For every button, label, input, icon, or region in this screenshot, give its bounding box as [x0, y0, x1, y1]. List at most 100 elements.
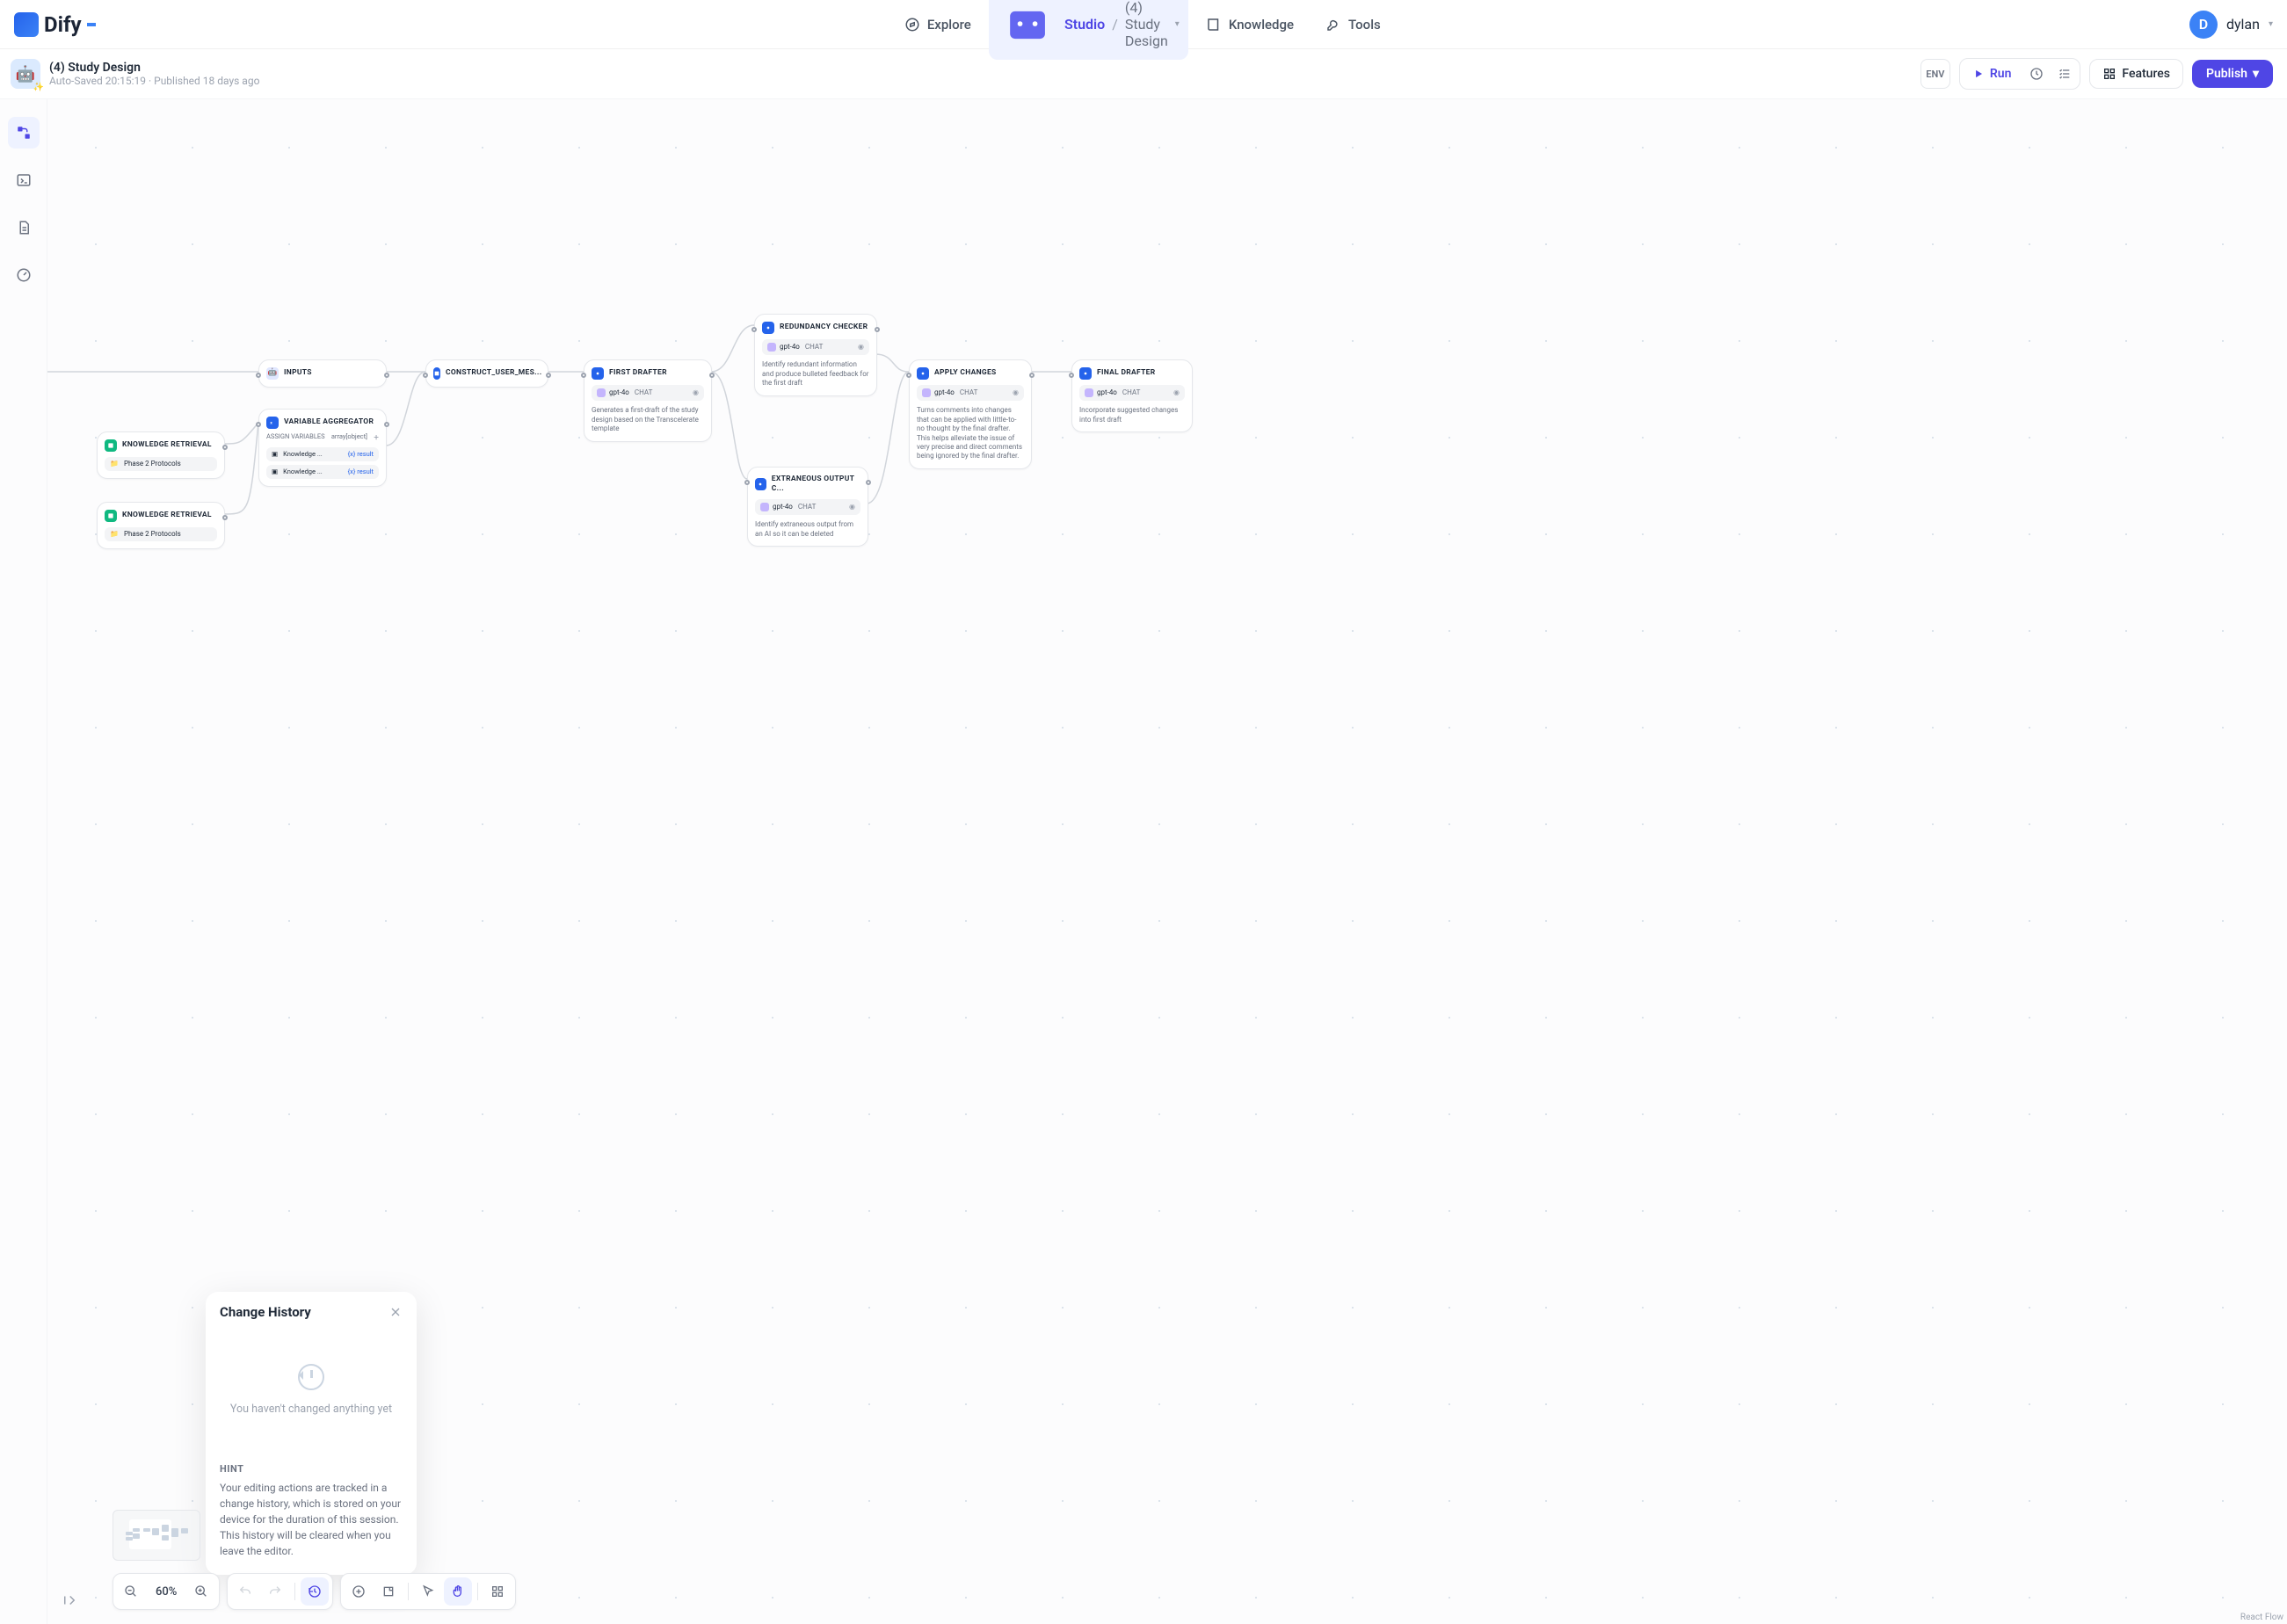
react-flow-attribution: React Flow: [2240, 1613, 2283, 1622]
redo-button[interactable]: [261, 1577, 289, 1606]
eye-icon: ◉: [849, 503, 855, 511]
history-icon: [308, 1584, 322, 1599]
logo[interactable]: Dify: [14, 12, 96, 37]
nav-tools-label: Tools: [1348, 17, 1381, 33]
model-icon: [767, 343, 776, 352]
app-icon[interactable]: 🤖: [11, 59, 40, 89]
node-va-k1: Knowledge ...: [283, 450, 323, 459]
plus-circle-icon: [352, 1584, 366, 1599]
publish-chevron-down-icon: ▾: [2253, 67, 2259, 81]
variable-icon: x: [266, 417, 279, 429]
node-cum-title: CONSTRUCT_USER_MES...: [446, 368, 541, 378]
note-icon: [381, 1584, 396, 1599]
llm-icon: [1079, 367, 1092, 380]
node-extraneous-output[interactable]: EXTRANEOUS OUTPUT C... gpt-4oCHAT◉ Ident…: [747, 467, 868, 547]
node-final-desc: Incorporate suggested changes into first…: [1079, 406, 1185, 424]
node-final-title: FINAL DRAFTER: [1097, 368, 1155, 378]
rail-debug-button[interactable]: [8, 164, 40, 196]
node-first-model: gpt-4o: [609, 388, 629, 397]
sub-actions: ENV Run Features Publish ▾: [1920, 58, 2273, 90]
node-final-drafter[interactable]: FINAL DRAFTER gpt-4oCHAT◉ Incorporate su…: [1071, 359, 1193, 432]
node-ext-desc: Identify extraneous output from an AI so…: [755, 520, 860, 539]
hand-button[interactable]: [444, 1577, 472, 1606]
node-va-type: array[object]: [331, 432, 367, 444]
zoom-in-button[interactable]: [187, 1577, 215, 1606]
node-kr1-title: KNOWLEDGE RETRIEVAL: [122, 440, 212, 450]
avatar[interactable]: D: [2189, 11, 2218, 39]
user-chevron-down-icon[interactable]: ▾: [2269, 19, 2273, 29]
grid-icon: [2102, 67, 2116, 81]
minimap[interactable]: [113, 1510, 200, 1561]
app-meta: 🤖 (4) Study Design Auto-Saved 20:15:19 ·…: [11, 59, 259, 89]
organize-button[interactable]: [483, 1577, 512, 1606]
checklist-button[interactable]: [2051, 61, 2078, 87]
nav-explore-label: Explore: [927, 17, 971, 33]
template-icon: [433, 367, 440, 380]
breadcrumb-separator: /: [1112, 16, 1118, 33]
folder-icon: 📁: [110, 460, 119, 468]
node-kr2-folder: Phase 2 Protocols: [124, 530, 181, 539]
eye-icon: ◉: [1173, 388, 1180, 397]
chevron-down-icon[interactable]: ▾: [1175, 19, 1180, 29]
pointer-icon: [421, 1584, 435, 1599]
node-inputs[interactable]: 🤖INPUTS: [258, 359, 387, 388]
zoom-level[interactable]: 60%: [147, 1585, 185, 1599]
node-kr1-folder: Phase 2 Protocols: [124, 460, 181, 468]
env-button[interactable]: ENV: [1920, 59, 1950, 89]
bottom-toolbar: 60%: [113, 1573, 516, 1610]
run-button[interactable]: Run: [1962, 62, 2022, 86]
rail-monitor-button[interactable]: [8, 259, 40, 291]
collapse-rail-button[interactable]: [62, 1592, 79, 1610]
canvas[interactable]: 🤖INPUTS KNOWLEDGE RETRIEVAL 📁 Phase 2 Pro…: [47, 99, 2287, 1624]
features-button[interactable]: Features: [2089, 59, 2183, 89]
run-label: Run: [1990, 67, 2012, 81]
node-red-tag: CHAT: [805, 343, 823, 352]
pointer-button[interactable]: [414, 1577, 442, 1606]
node-first-title: FIRST DRAFTER: [609, 368, 667, 378]
node-inputs-title: INPUTS: [284, 368, 312, 378]
eye-icon: ◉: [858, 343, 864, 352]
node-construct-user-message[interactable]: CONSTRUCT_USER_MES...: [425, 359, 548, 388]
nav-knowledge-label: Knowledge: [1229, 17, 1294, 33]
robot-icon: [998, 0, 1057, 54]
rail-workflow-button[interactable]: [8, 117, 40, 149]
schedule-button[interactable]: [2023, 61, 2050, 87]
model-icon: [922, 388, 931, 397]
document-icon: [16, 220, 32, 236]
logo-mark-icon: [14, 12, 39, 37]
note-button[interactable]: [374, 1577, 403, 1606]
add-node-button[interactable]: [345, 1577, 373, 1606]
rail-logs-button[interactable]: [8, 212, 40, 243]
close-icon[interactable]: [388, 1305, 403, 1319]
node-knowledge-retrieval-1[interactable]: KNOWLEDGE RETRIEVAL 📁 Phase 2 Protocols: [97, 431, 225, 479]
username[interactable]: dylan: [2226, 16, 2260, 33]
node-redundancy-checker[interactable]: REDUNDANCY CHECKER gpt-4oCHAT◉ Identify …: [754, 314, 877, 396]
node-variable-aggregator[interactable]: xVARIABLE AGGREGATOR ASSIGN VARIABLESarr…: [258, 409, 387, 487]
zoom-group: 60%: [113, 1573, 220, 1610]
nav-app-name[interactable]: (4) Study Design: [1125, 0, 1168, 49]
node-knowledge-retrieval-2[interactable]: KNOWLEDGE RETRIEVAL 📁Phase 2 Protocols: [97, 502, 225, 549]
undo-button[interactable]: [231, 1577, 259, 1606]
change-history-panel: Change History You haven't changed anyth…: [206, 1292, 417, 1575]
node-apply-changes[interactable]: APPLY CHANGES gpt-4oCHAT◉ Turns comments…: [909, 359, 1032, 469]
node-first-drafter[interactable]: FIRST DRAFTER gpt-4oCHAT◉ Generates a fi…: [584, 359, 712, 442]
node-ext-tag: CHAT: [798, 503, 816, 511]
node-red-title: REDUNDANCY CHECKER: [780, 323, 868, 332]
plus-icon[interactable]: +: [374, 432, 379, 444]
brand-name: Dify: [44, 12, 82, 37]
play-icon: [1972, 68, 1985, 80]
cube-icon: ▣: [272, 450, 278, 459]
nav-studio-label[interactable]: Studio: [1064, 16, 1105, 33]
history-icon: [298, 1364, 324, 1390]
list-check-icon: [2058, 67, 2072, 81]
hand-icon: [451, 1584, 465, 1599]
top-nav: Dify Explore Studio / (4) Study Design ▾…: [0, 0, 2287, 49]
app-subtitle: Auto-Saved 20:15:19 · Published 18 days …: [49, 75, 259, 87]
history-toggle-button[interactable]: [301, 1577, 329, 1606]
model-icon: [1085, 388, 1093, 397]
publish-button[interactable]: Publish ▾: [2192, 60, 2273, 88]
run-group: Run: [1959, 58, 2081, 90]
zoom-out-button[interactable]: [117, 1577, 145, 1606]
node-final-tag: CHAT: [1122, 388, 1140, 397]
sub-header: 🤖 (4) Study Design Auto-Saved 20:15:19 ·…: [0, 49, 2287, 99]
